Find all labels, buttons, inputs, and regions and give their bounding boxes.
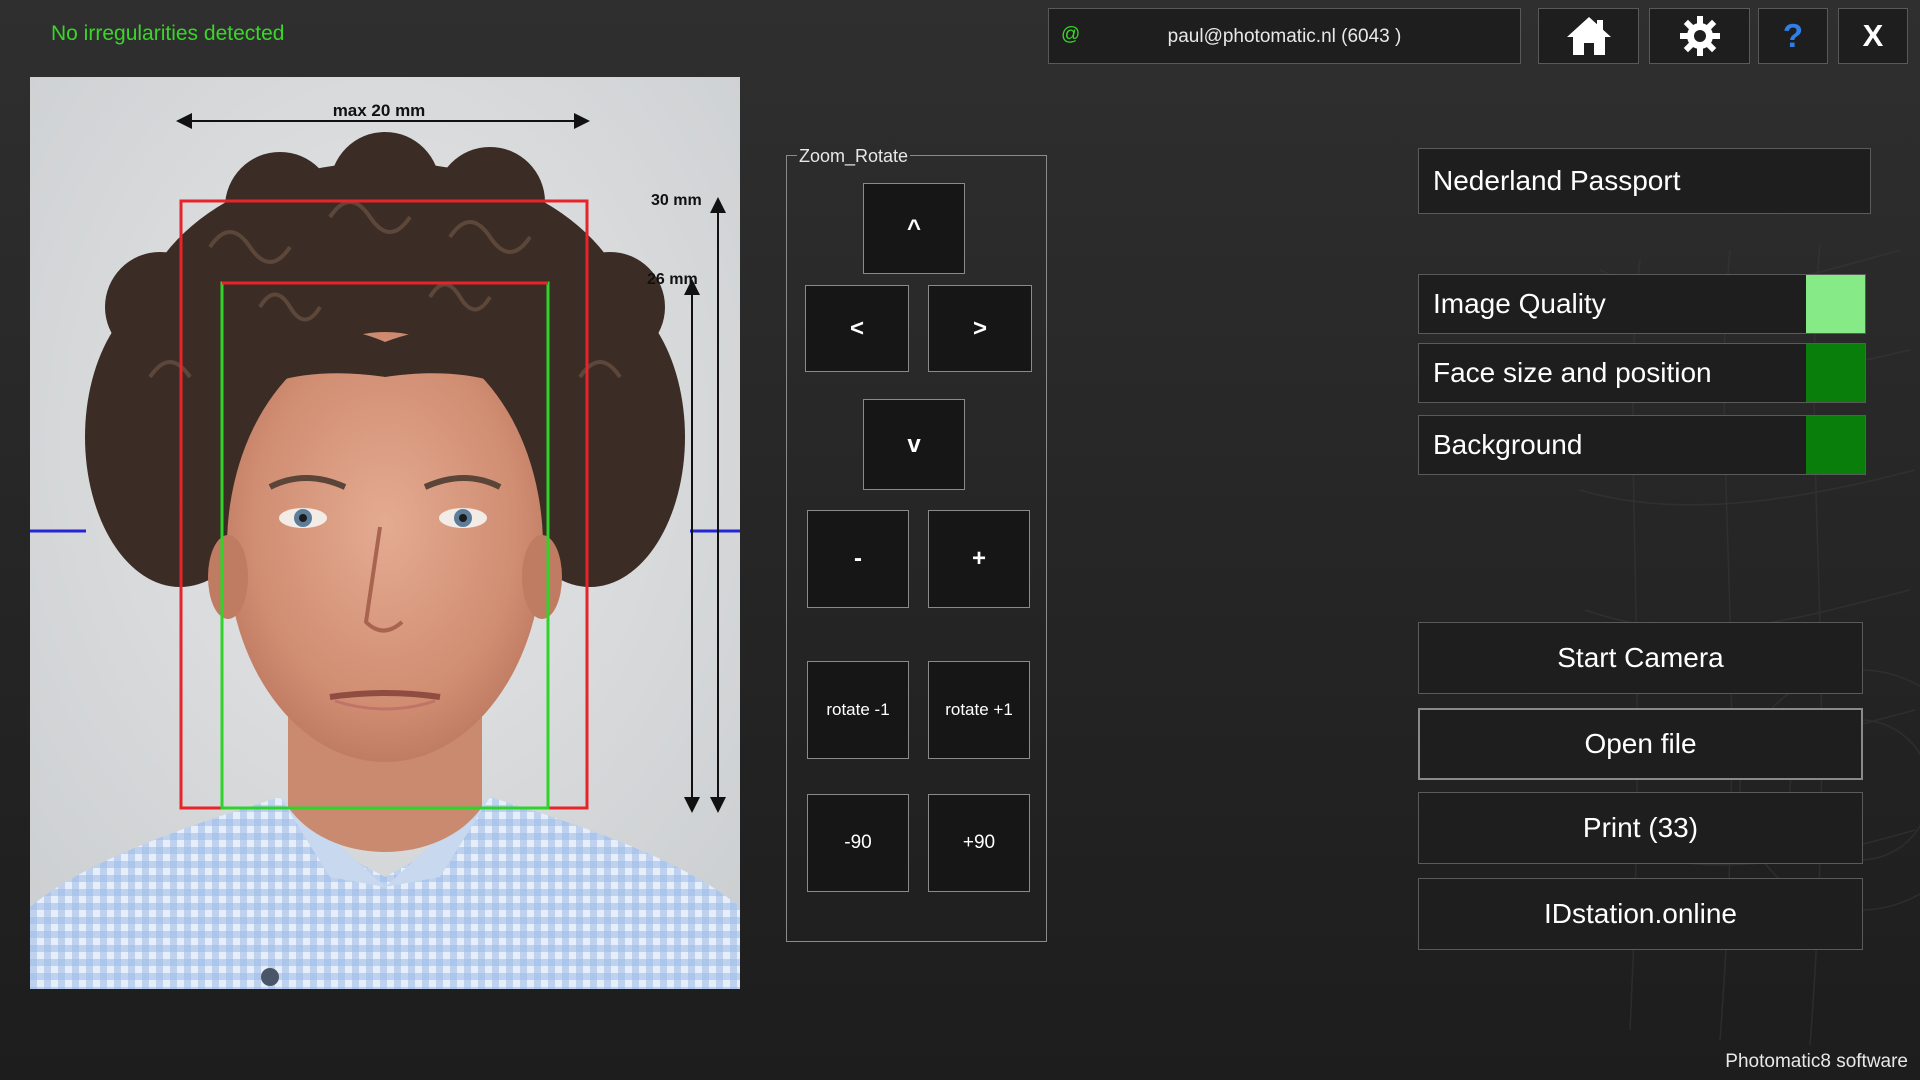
gear-icon [1679, 16, 1720, 56]
outer-height-label: 30 mm [651, 192, 702, 209]
close-icon: X [1862, 18, 1884, 53]
move-left-button[interactable]: < [805, 285, 909, 372]
move-up-button[interactable]: ^ [863, 183, 965, 274]
rotate-minus-1-button[interactable]: rotate -1 [807, 661, 909, 759]
print-button[interactable]: Print (33) [1418, 792, 1863, 864]
passport-photo-preview[interactable]: max 20 mm 30 mm 26 mm [30, 77, 740, 989]
zoom-rotate-title: Zoom_Rotate [797, 146, 911, 167]
account-user: paul@photomatic.nl (6043 ) [1167, 26, 1402, 47]
status-indicator [1806, 416, 1865, 474]
account-field[interactable]: @ paul@photomatic.nl (6043 ) [1048, 8, 1521, 64]
check-label: Background [1433, 429, 1583, 460]
max-width-label: max 20 mm [333, 101, 426, 120]
idstation-online-button[interactable]: IDstation.online [1418, 878, 1863, 950]
zoom-rotate-panel: Zoom_Rotate ^ < > v - + rotate -1 rotate… [786, 146, 1047, 942]
help-button[interactable]: ? [1758, 8, 1828, 64]
zoom-out-button[interactable]: - [807, 510, 909, 608]
zoom-in-button[interactable]: + [928, 510, 1030, 608]
status-indicator [1806, 344, 1865, 402]
inner-height-label: 26 mm [647, 271, 698, 288]
check-row-face-size: Face size and position [1418, 343, 1866, 403]
home-button[interactable] [1538, 8, 1639, 64]
help-icon: ? [1782, 17, 1804, 54]
rotate-plus-1-button[interactable]: rotate +1 [928, 661, 1030, 759]
home-icon [1566, 17, 1611, 55]
status-message: No irregularities detected [51, 22, 285, 45]
move-down-button[interactable]: v [863, 399, 965, 490]
rotate-minus-90-button[interactable]: -90 [807, 794, 909, 892]
rotate-plus-90-button[interactable]: +90 [928, 794, 1030, 892]
start-camera-button[interactable]: Start Camera [1418, 622, 1863, 694]
check-label: Image Quality [1433, 288, 1606, 319]
status-indicator [1806, 275, 1865, 333]
document-profile-selector[interactable]: Nederland Passport [1418, 148, 1871, 214]
settings-button[interactable] [1649, 8, 1750, 64]
footer-brand: Photomatic8 software [1725, 1051, 1908, 1072]
check-row-background: Background [1418, 415, 1866, 475]
face [227, 332, 543, 762]
move-right-button[interactable]: > [928, 285, 1032, 372]
close-button[interactable]: X [1838, 8, 1908, 64]
open-file-button[interactable]: Open file [1418, 708, 1863, 780]
check-row-image-quality: Image Quality [1418, 274, 1866, 334]
check-label: Face size and position [1433, 357, 1712, 388]
